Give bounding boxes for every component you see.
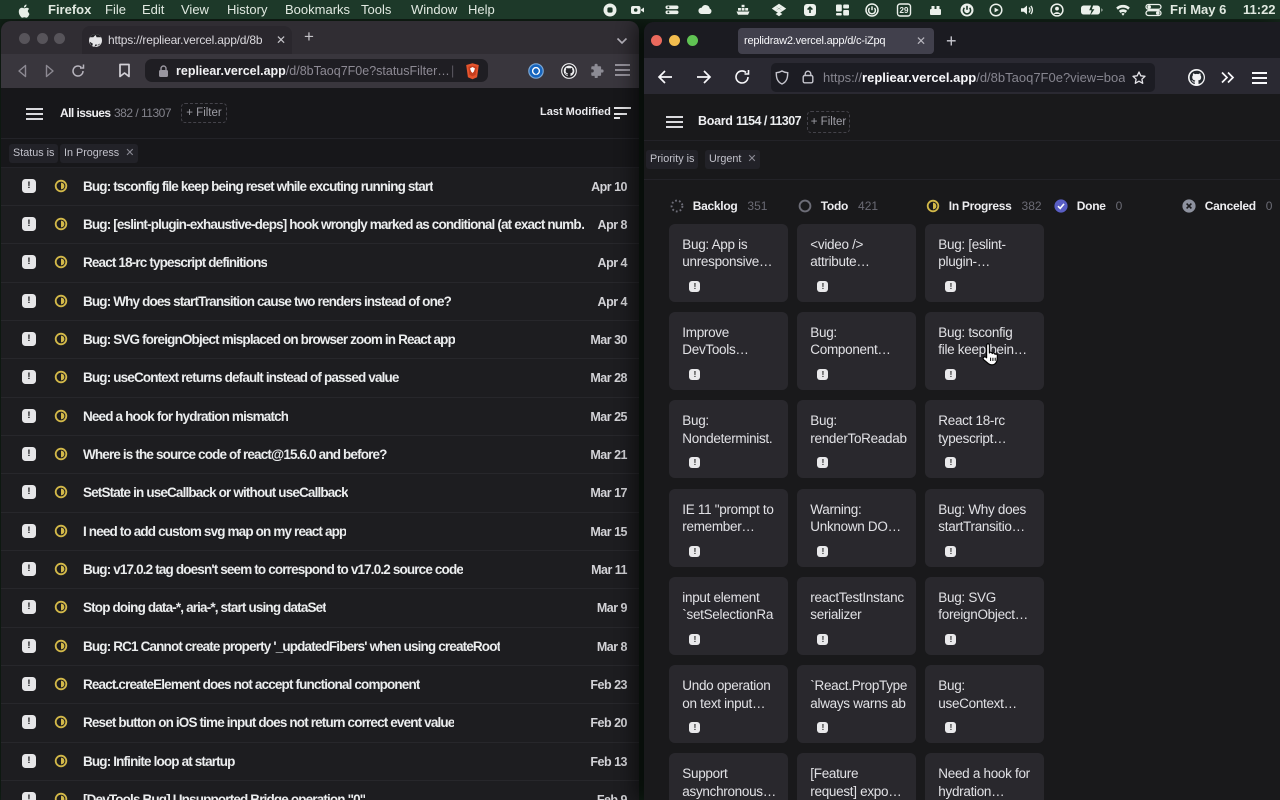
svg-text:29: 29 <box>900 6 909 15</box>
